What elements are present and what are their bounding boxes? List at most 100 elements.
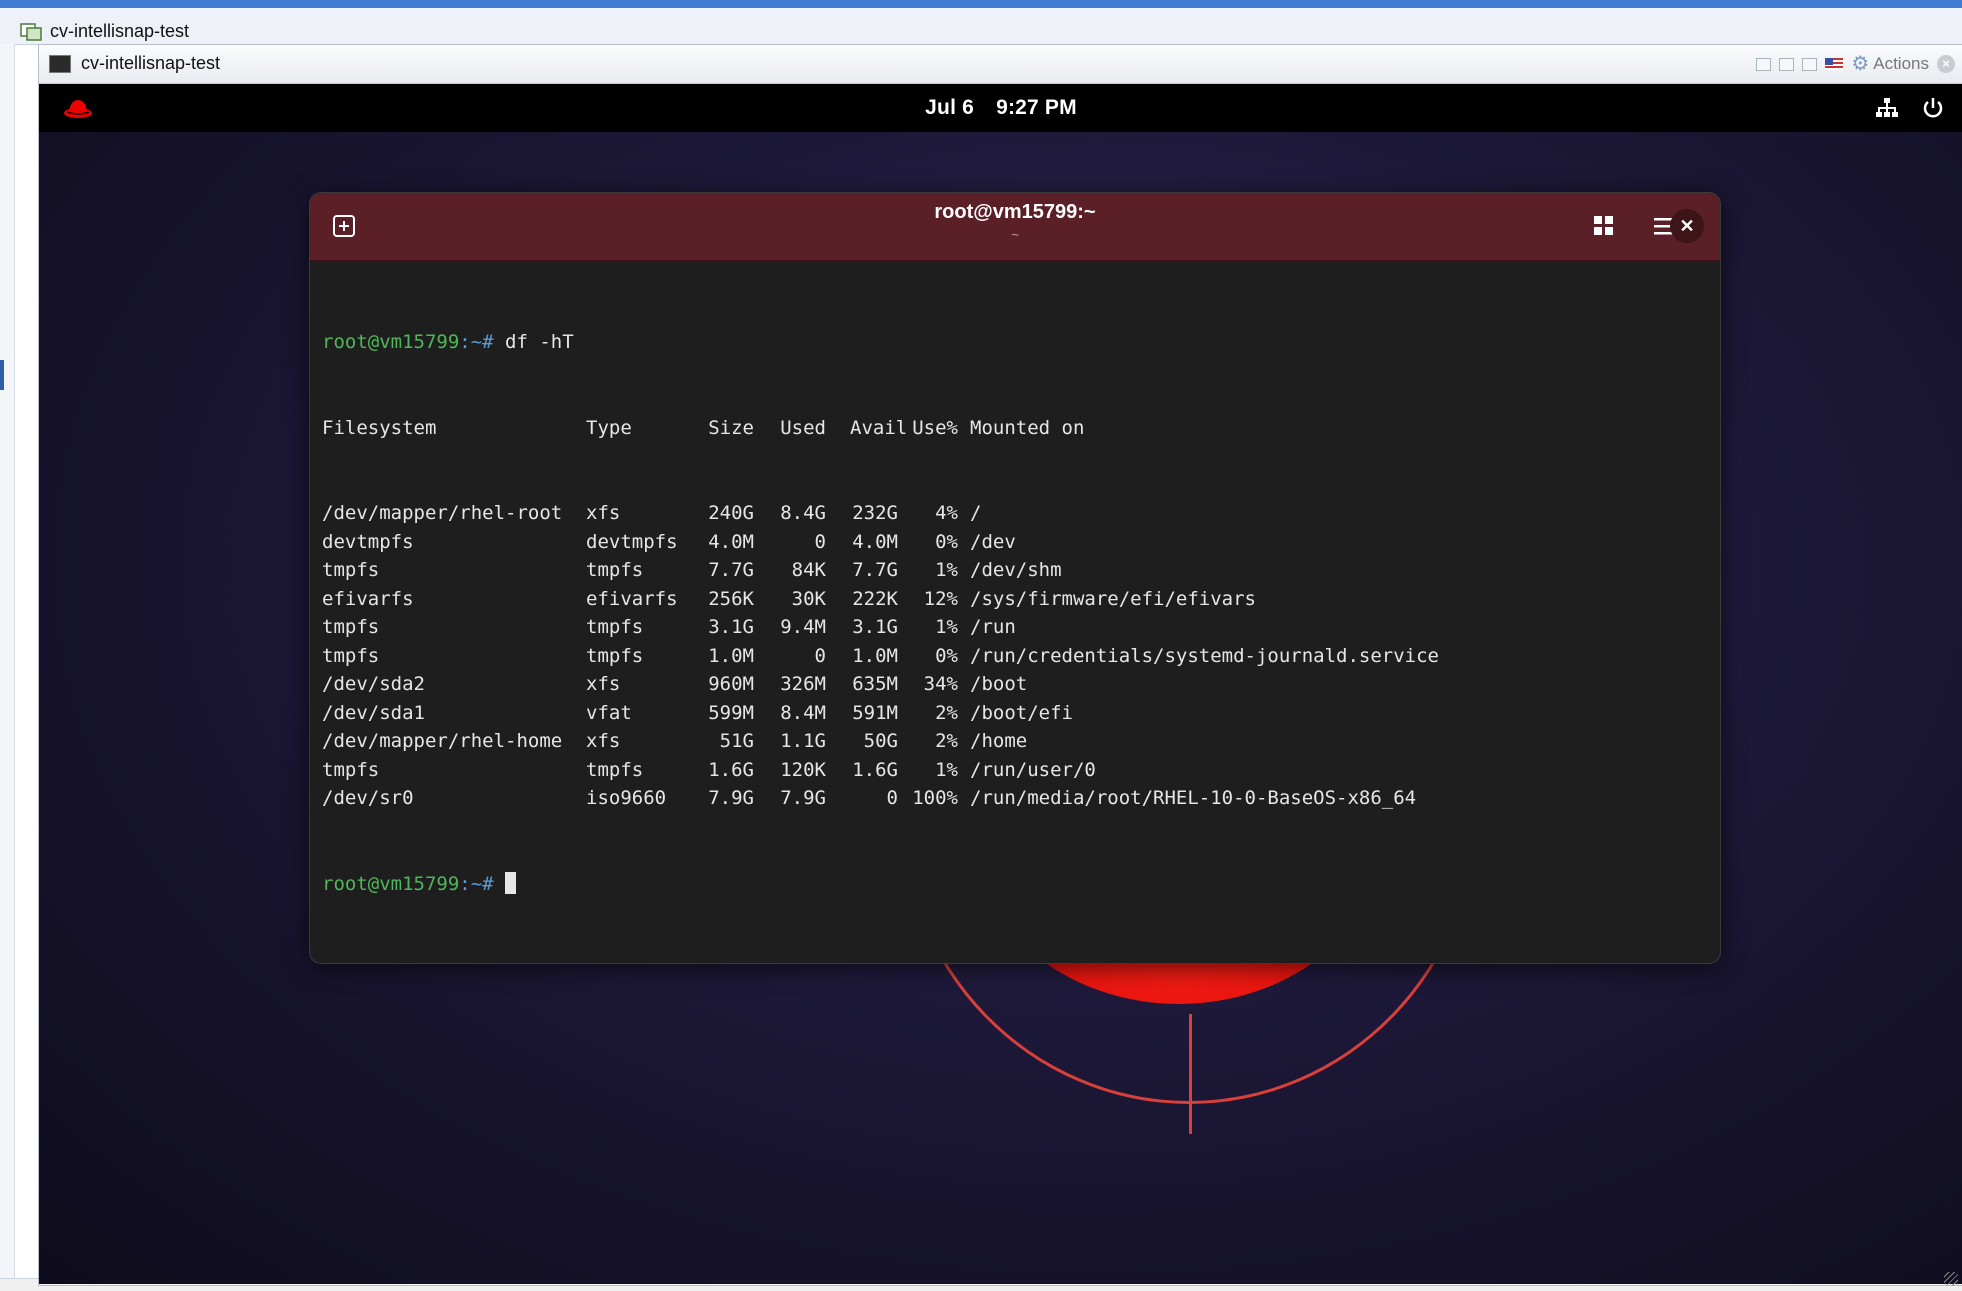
df-cell-used: 8.4G	[780, 502, 826, 524]
header-filesystem: Filesystem	[322, 416, 437, 439]
df-cell-type: iso9660	[586, 787, 667, 809]
df-cell-use-pct: 1%	[935, 616, 958, 638]
df-cell-filesystem: /dev/sda1	[322, 701, 425, 724]
header-used: Used	[780, 416, 826, 439]
df-cell-type: tmpfs	[586, 616, 644, 638]
df-cell-mounted-on: /boot/efi	[970, 701, 1073, 724]
df-cell-avail: 50G	[863, 730, 898, 752]
df-cell-used: 7.9G	[780, 787, 826, 809]
command-text: df -hT	[493, 331, 574, 353]
df-rows: /dev/mapper/rhel-root xfs 240G 8.4G 232G 4% / d…	[322, 499, 1708, 813]
df-cell-type: tmpfs	[586, 559, 644, 581]
df-cell-used: 9.4M	[780, 616, 826, 638]
keyboard-layout-flag-icon[interactable]	[1825, 58, 1844, 70]
df-table-row: tmpfs tmpfs 3.1G 9.4M 3.1G 1% /run	[322, 613, 1708, 642]
df-cell-mounted-on: /sys/firmware/efi/efivars	[970, 587, 1256, 610]
df-cell-mounted-on: /home	[970, 730, 1028, 752]
df-cell-filesystem: /dev/mapper/rhel-home	[322, 730, 563, 752]
df-cell-size: 3.1G	[708, 616, 754, 638]
df-table-row: /dev/mapper/rhel-home xfs 51G 1.1G 50G 2% /hom…	[322, 727, 1708, 756]
text-cursor	[505, 871, 517, 894]
df-cell-type: devtmpfs	[586, 530, 678, 553]
df-cell-filesystem: tmpfs	[322, 559, 380, 581]
host-left-marker	[0, 360, 4, 390]
df-cell-filesystem: tmpfs	[322, 616, 380, 638]
power-icon[interactable]	[1921, 96, 1945, 120]
df-cell-avail: 222K	[852, 587, 898, 610]
resize-grip-icon[interactable]	[1944, 1272, 1958, 1286]
view-tabs-button[interactable]	[1588, 210, 1620, 242]
df-table-row: tmpfs tmpfs 1.6G 120K 1.6G 1% /run/user/0	[322, 756, 1708, 785]
host-top-strip	[0, 0, 1962, 8]
df-cell-size: 7.7G	[708, 559, 754, 581]
terminal-title: root@vm15799:~	[934, 201, 1096, 223]
df-cell-type: tmpfs	[586, 758, 644, 781]
df-cell-filesystem: efivarfs	[322, 587, 414, 610]
df-cell-size: 51G	[719, 730, 754, 752]
df-cell-avail: 7.7G	[852, 559, 898, 581]
df-cell-filesystem: tmpfs	[322, 758, 380, 781]
current-prompt-line: root@vm15799:~#	[322, 870, 1708, 899]
terminal-screen-icon	[49, 55, 71, 73]
df-cell-mounted-on: /run/credentials/systemd-journald.servic…	[970, 644, 1439, 667]
header-mounted-on: Mounted on	[970, 416, 1085, 439]
df-cell-size: 7.9G	[708, 787, 754, 809]
df-cell-filesystem: /dev/mapper/rhel-root	[322, 502, 563, 524]
close-icon[interactable]: ✕	[1670, 209, 1704, 243]
terminal-subtitle: ~	[1011, 227, 1019, 242]
df-table-row: devtmpfs devtmpfs 4.0M 0 4.0M 0% /dev	[322, 528, 1708, 557]
df-cell-type: xfs	[586, 673, 621, 695]
df-cell-use-pct: 12%	[923, 587, 958, 610]
df-table-row: tmpfs tmpfs 1.0M 0 1.0M 0% /run/credentials/sy…	[322, 642, 1708, 671]
df-cell-use-pct: 4%	[935, 502, 958, 524]
header-type: Type	[586, 416, 632, 439]
host-left-panel	[0, 44, 15, 1290]
df-cell-filesystem: /dev/sda2	[322, 673, 425, 695]
system-tray	[1875, 96, 1945, 120]
df-cell-used: 8.4M	[780, 701, 826, 724]
df-table-row: /dev/sda1 vfat 599M 8.4M 591M 2% /boot/efi	[322, 699, 1708, 728]
vm-window-title: cv-intellisnap-test	[81, 53, 221, 73]
minimize-icon[interactable]	[1756, 57, 1772, 71]
wallpaper-line	[1189, 1014, 1192, 1134]
df-cell-mounted-on: /run/user/0	[970, 758, 1096, 781]
df-cell-mounted-on: /run	[970, 616, 1016, 638]
header-avail: Avail	[850, 416, 908, 439]
fullscreen-icon[interactable]	[1802, 57, 1818, 71]
prompt-user: root@vm15799	[322, 331, 460, 353]
df-cell-mounted-on: /dev	[970, 530, 1016, 553]
restore-icon[interactable]	[1779, 57, 1795, 71]
network-icon[interactable]	[1875, 96, 1899, 120]
df-cell-used: 30K	[791, 587, 826, 610]
df-cell-size: 1.6G	[708, 758, 754, 781]
terminal-window[interactable]: root@vm15799:~ ~ ✕ root@vm15799:~# df -h…	[309, 192, 1721, 964]
terminal-headerbar[interactable]: root@vm15799:~ ~ ✕	[310, 193, 1720, 261]
df-cell-used: 84K	[791, 559, 826, 581]
df-cell-size: 1.0M	[708, 644, 754, 667]
df-cell-mounted-on: /	[970, 502, 982, 524]
clock-time: 9:27 PM	[996, 96, 1077, 119]
df-cell-avail: 1.0M	[852, 644, 898, 667]
prompt-user: root@vm15799	[322, 872, 460, 895]
terminal-output[interactable]: root@vm15799:~# df -hT Filesystem Type S…	[322, 271, 1708, 953]
prompt-path: :~#	[459, 872, 494, 895]
df-cell-size: 240G	[708, 502, 754, 524]
df-cell-use-pct: 0%	[935, 530, 958, 553]
df-table-row: /dev/sda2 xfs 960M 326M 635M 34% /boot	[322, 670, 1708, 699]
vm-console-window: cv-intellisnap-test ⚙ Actions × Jul 6 9:…	[38, 44, 1962, 1286]
df-cell-avail: 0	[886, 787, 898, 809]
guest-desktop: Jul 6 9:27 PM root@vm15799:~ ~ ✕ root@vm…	[39, 84, 1962, 1284]
df-cell-avail: 635M	[852, 673, 898, 695]
gnome-top-bar: Jul 6 9:27 PM	[39, 84, 1962, 132]
vm-close-icon[interactable]: ×	[1937, 55, 1955, 73]
df-cell-use-pct: 1%	[935, 758, 958, 781]
actions-menu[interactable]: ⚙ Actions	[1851, 54, 1929, 74]
clock-date: Jul 6	[925, 96, 975, 119]
df-cell-type: vfat	[586, 701, 632, 724]
clock[interactable]: Jul 6 9:27 PM	[39, 96, 1962, 120]
df-cell-type: tmpfs	[586, 644, 644, 667]
df-cell-size: 4.0M	[708, 530, 754, 553]
df-cell-use-pct: 0%	[935, 644, 958, 667]
df-table-row: /dev/mapper/rhel-root xfs 240G 8.4G 232G 4% /	[322, 499, 1708, 528]
actions-label: Actions	[1873, 54, 1929, 73]
